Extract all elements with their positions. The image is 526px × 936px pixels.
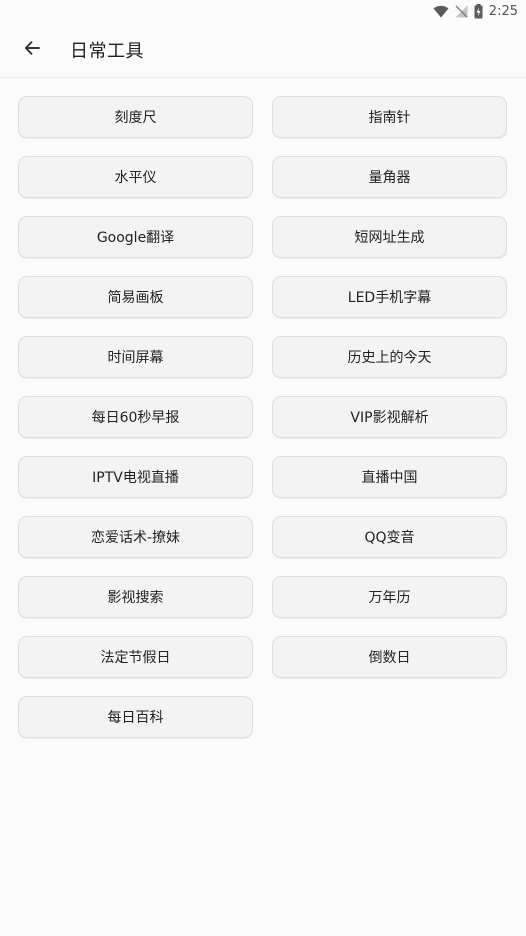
wifi-icon	[433, 5, 449, 18]
tool-button[interactable]: 指南针	[272, 96, 507, 138]
tool-button[interactable]: 影视搜索	[18, 576, 253, 618]
tool-button[interactable]: 直播中国	[272, 456, 507, 498]
signal-off-icon	[455, 5, 468, 18]
clock-time: 2:25	[488, 3, 518, 19]
battery-charging-icon	[474, 3, 483, 19]
tool-button[interactable]: 每日百科	[18, 696, 253, 738]
tool-button[interactable]: 刻度尺	[18, 96, 253, 138]
tool-button[interactable]: 量角器	[272, 156, 507, 198]
tool-button[interactable]: 倒数日	[272, 636, 507, 678]
tool-button[interactable]: LED手机字幕	[272, 276, 507, 318]
tool-button[interactable]: 短网址生成	[272, 216, 507, 258]
tool-button[interactable]: 万年历	[272, 576, 507, 618]
tool-button[interactable]: Google翻译	[18, 216, 253, 258]
tool-button[interactable]: 简易画板	[18, 276, 253, 318]
tool-button[interactable]: 时间屏幕	[18, 336, 253, 378]
tool-button[interactable]: VIP影视解析	[272, 396, 507, 438]
arrow-left-icon	[23, 39, 41, 61]
tool-button[interactable]: 历史上的今天	[272, 336, 507, 378]
tool-button[interactable]: 恋爱话术-撩妹	[18, 516, 253, 558]
tool-button[interactable]: 每日60秒早报	[18, 396, 253, 438]
page-title: 日常工具	[70, 40, 144, 62]
tool-grid: 刻度尺 指南针 水平仪 量角器 Google翻译 短网址生成 简易画板 LED手机字幕 时间屏幕…	[18, 96, 508, 738]
tool-button[interactable]: 法定节假日	[18, 636, 253, 678]
status-bar: 2:25	[0, 0, 526, 22]
back-button[interactable]	[12, 30, 52, 70]
tool-button[interactable]: QQ变音	[272, 516, 507, 558]
tool-button[interactable]: IPTV电视直播	[18, 456, 253, 498]
tool-button[interactable]: 水平仪	[18, 156, 253, 198]
app-bar: 日常工具	[0, 22, 526, 78]
